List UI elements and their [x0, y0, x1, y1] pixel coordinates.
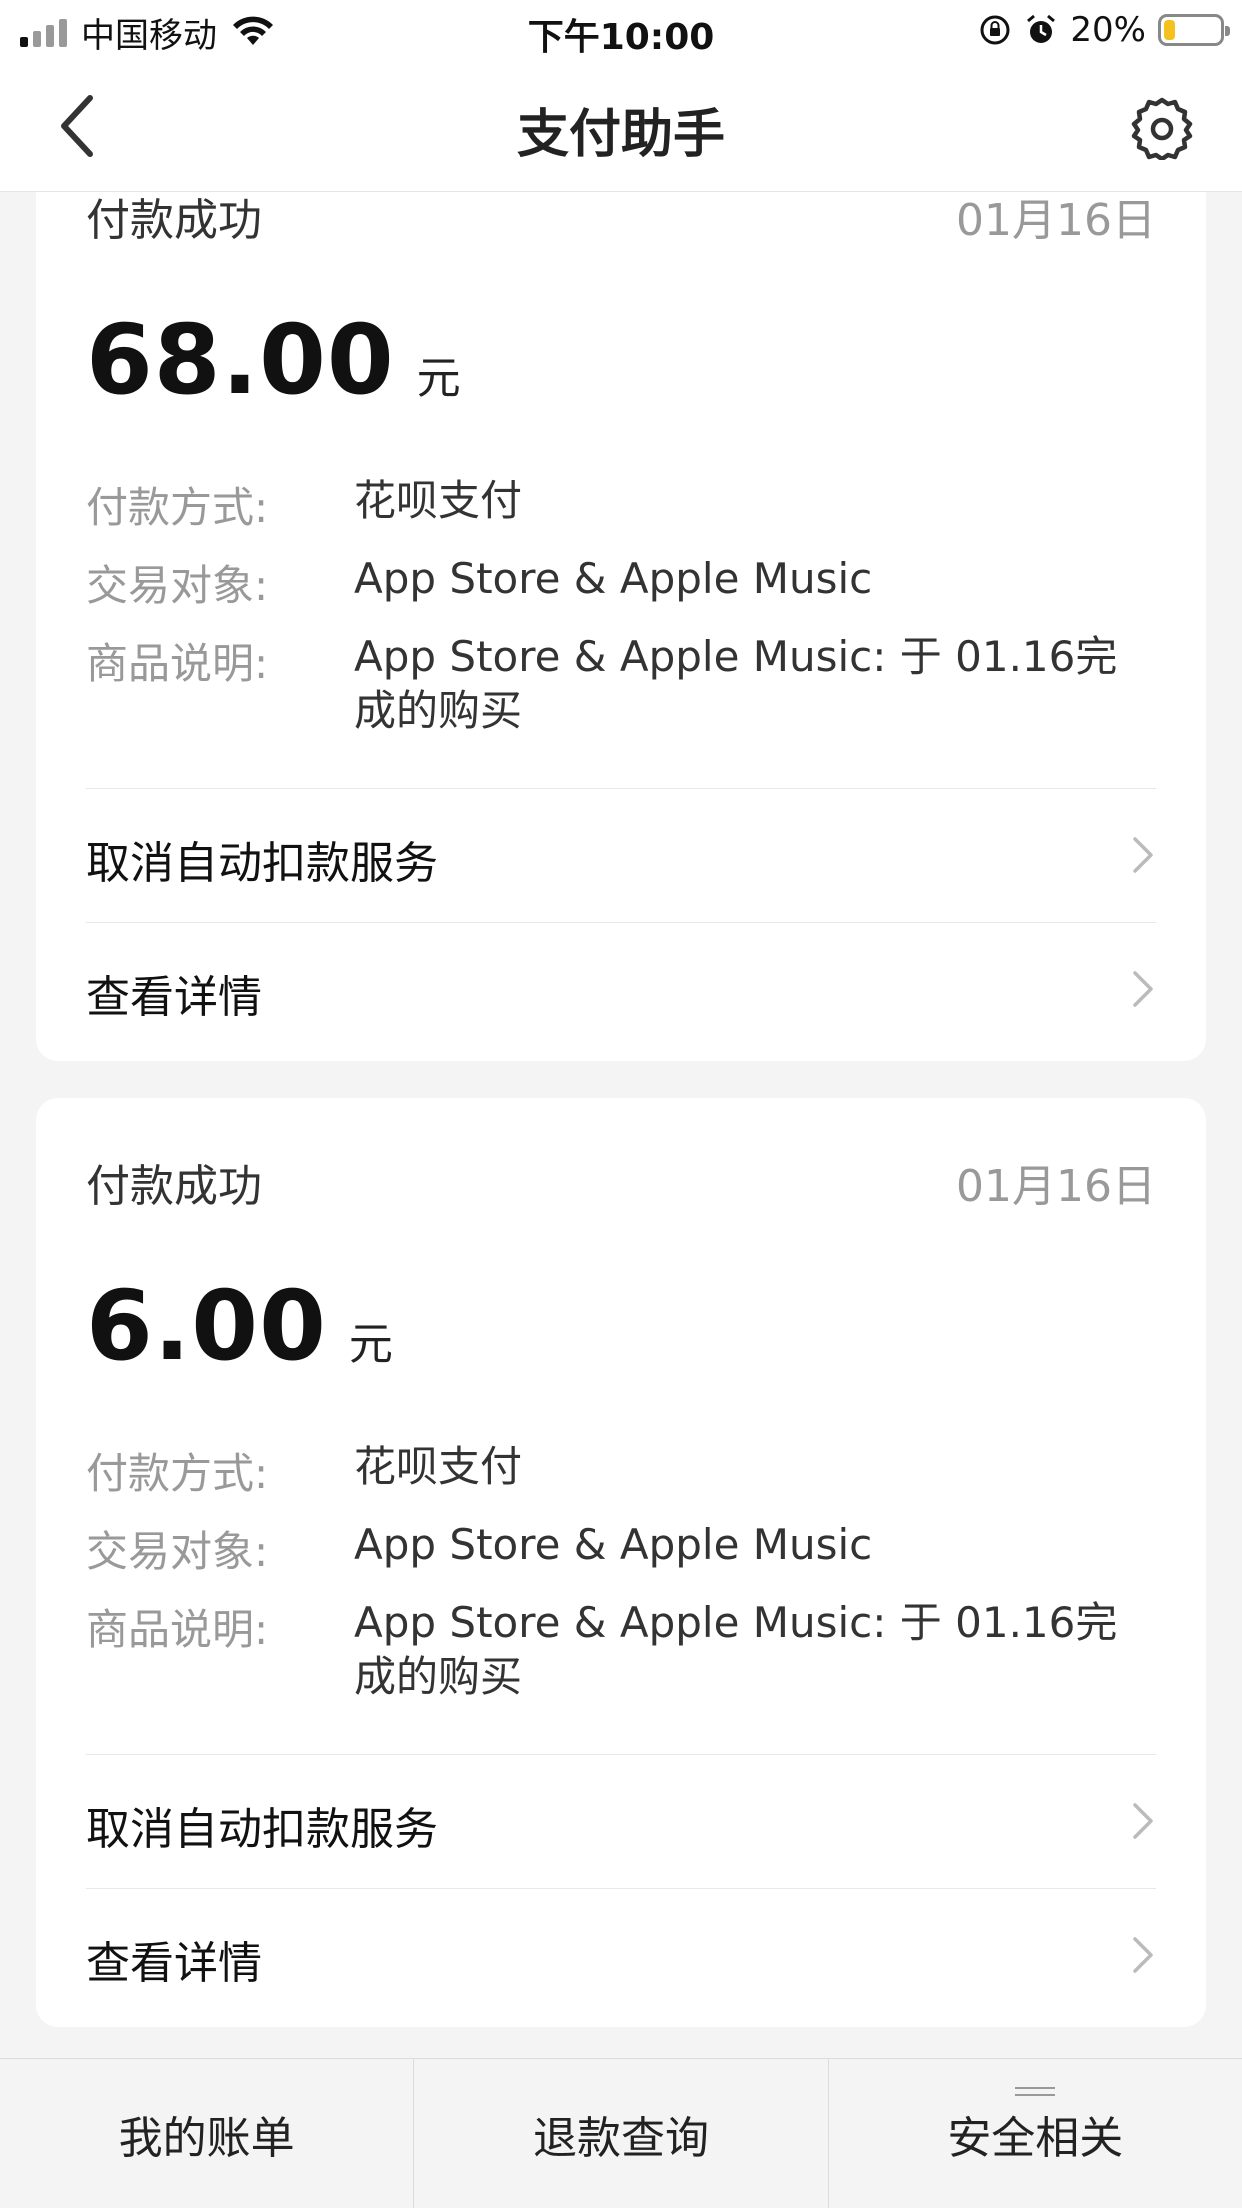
tab-label: 退款查询 [532, 2112, 709, 2164]
alarm-icon [1027, 14, 1056, 43]
battery-icon [1158, 14, 1230, 46]
payment-card: 付款成功 01月16日 6.00 元 付款方式: 花呗支付 交易对象: App … [36, 1098, 1206, 2027]
payment-date: 01月16日 [956, 195, 1156, 246]
card-header: 付款成功 01月16日 [86, 192, 1156, 246]
action-label: 查看详情 [86, 972, 262, 1023]
view-details-button[interactable]: 查看详情 [86, 1889, 1156, 2021]
amount-unit: 元 [348, 1319, 393, 1370]
cancel-autopay-button[interactable]: 取消自动扣款服务 [86, 789, 1156, 921]
info-row-description: 商品说明: App Store & Apple Music: 于 01.16完成… [86, 1596, 1156, 1708]
chevron-right-icon [1133, 971, 1153, 1007]
info-row-description: 商品说明: App Store & Apple Music: 于 01.16完成… [86, 630, 1156, 742]
amount-row: 68.00 元 [86, 304, 461, 416]
action-label: 查看详情 [86, 1938, 262, 1989]
info-value: App Store & Apple Music [354, 1520, 873, 1569]
view-details-button[interactable]: 查看详情 [86, 923, 1156, 1055]
submenu-icon [1015, 2087, 1056, 2099]
chevron-right-icon [1133, 1937, 1153, 1973]
info-row-counterparty: 交易对象: App Store & Apple Music [86, 552, 1156, 612]
info-label: 付款方式: [86, 483, 269, 532]
battery-level [1164, 20, 1175, 40]
info-label: 交易对象: [86, 1527, 269, 1576]
action-label: 取消自动扣款服务 [86, 1804, 438, 1855]
amount-unit: 元 [416, 353, 461, 404]
message-list[interactable]: 付款成功 01月16日 68.00 元 付款方式: 花呗支付 交易对象: App… [0, 192, 1242, 2058]
info-label: 商品说明: [86, 1605, 269, 1654]
payment-status: 付款成功 [86, 1161, 262, 1212]
gear-icon[interactable] [1130, 96, 1194, 160]
info-value: App Store & Apple Music: 于 01.16完成的购买 [354, 632, 1118, 735]
info-value: 花呗支付 [354, 1442, 523, 1491]
card-header: 付款成功 01月16日 [86, 1150, 1156, 1212]
info-row-method: 付款方式: 花呗支付 [86, 1440, 1156, 1500]
nav-bar: 支付助手 [0, 62, 1242, 192]
payment-date: 01月16日 [956, 1161, 1156, 1212]
amount-row: 6.00 元 [86, 1270, 393, 1382]
payment-card: 付款成功 01月16日 68.00 元 付款方式: 花呗支付 交易对象: App… [36, 192, 1206, 1061]
info-label: 交易对象: [86, 561, 269, 610]
chevron-right-icon [1133, 1803, 1153, 1839]
payment-amount: 68.00 [86, 304, 395, 416]
battery-percent: 20% [1070, 10, 1146, 50]
tab-my-bills[interactable]: 我的账单 [0, 2059, 413, 2208]
info-row-counterparty: 交易对象: App Store & Apple Music [86, 1518, 1156, 1578]
tab-label: 我的账单 [118, 2112, 295, 2164]
info-value: App Store & Apple Music [354, 554, 873, 603]
page-title: 支付助手 [516, 105, 725, 165]
chevron-right-icon [1133, 837, 1153, 873]
info-label: 付款方式: [86, 1449, 269, 1498]
action-label: 取消自动扣款服务 [86, 838, 438, 889]
tab-security[interactable]: 安全相关 [827, 2059, 1242, 2208]
info-row-method: 付款方式: 花呗支付 [86, 474, 1156, 534]
info-label: 商品说明: [86, 639, 269, 688]
info-value: 花呗支付 [354, 476, 523, 525]
bottom-menu-bar: 我的账单 退款查询 安全相关 [0, 2058, 1242, 2208]
tab-refund-query[interactable]: 退款查询 [413, 2059, 827, 2208]
tab-label: 安全相关 [947, 2112, 1124, 2164]
status-bar: 中国移动 下午10:00 20% [0, 0, 1242, 62]
payment-amount: 6.00 [86, 1270, 327, 1382]
status-right: 20% [978, 10, 1230, 50]
info-value: App Store & Apple Music: 于 01.16完成的购买 [354, 1598, 1118, 1701]
payment-status: 付款成功 [86, 195, 262, 246]
orientation-lock-icon [980, 15, 1010, 45]
cancel-autopay-button[interactable]: 取消自动扣款服务 [86, 1755, 1156, 1887]
